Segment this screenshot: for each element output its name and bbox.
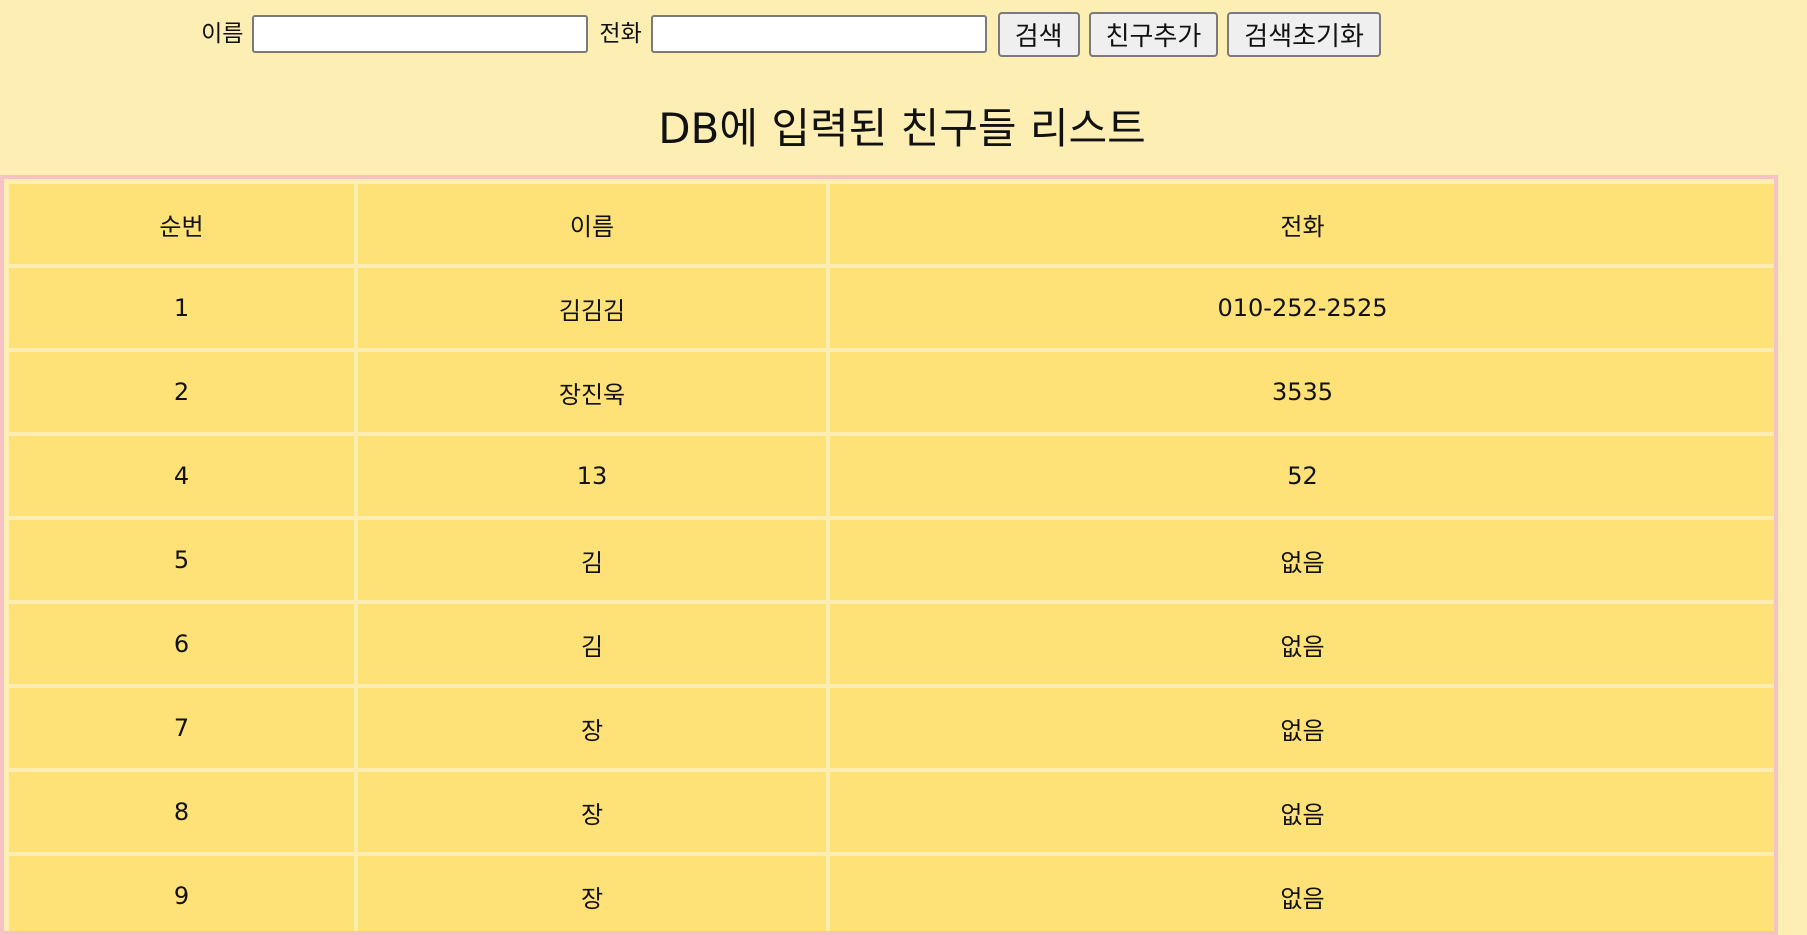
phone-label: 전화 bbox=[599, 21, 642, 47]
cell-index: 2 bbox=[9, 352, 354, 432]
search-button[interactable]: 검색 bbox=[997, 11, 1080, 57]
cell-phone: 없음 bbox=[830, 604, 1774, 684]
cell-name: 김 bbox=[358, 604, 826, 684]
search-form-fields: 이름 전화 검색 친구추가 검색초기화 bbox=[201, 11, 1381, 57]
name-label: 이름 bbox=[201, 21, 244, 47]
name-input[interactable] bbox=[252, 15, 589, 53]
table-row: 4 13 52 bbox=[9, 436, 1774, 516]
cell-index: 8 bbox=[9, 772, 354, 852]
page-title: DB에 입력된 친구들 리스트 bbox=[0, 98, 1807, 160]
table-row: 7 장 없음 bbox=[9, 688, 1774, 768]
table-row: 5 김 없음 bbox=[9, 520, 1774, 600]
cell-phone: 없음 bbox=[830, 856, 1774, 931]
add-friend-button[interactable]: 친구추가 bbox=[1088, 11, 1219, 57]
table-row: 2 장진욱 3535 bbox=[9, 352, 1774, 432]
cell-phone: 없음 bbox=[830, 688, 1774, 768]
table-row: 9 장 없음 bbox=[9, 856, 1774, 931]
cell-name: 장진욱 bbox=[358, 352, 826, 432]
cell-index: 4 bbox=[9, 436, 354, 516]
search-form: 이름 전화 검색 친구추가 검색초기화 bbox=[0, 11, 1807, 57]
page-title-text: DB에 입력된 친구들 리스트 bbox=[658, 104, 1146, 153]
table-header-row: 순번 이름 전화 bbox=[9, 184, 1774, 264]
cell-phone: 010-252-2525 bbox=[830, 268, 1774, 348]
cell-index: 5 bbox=[9, 520, 354, 600]
cell-index: 7 bbox=[9, 688, 354, 768]
header-name: 이름 bbox=[358, 184, 826, 264]
friends-table-container: 순번 이름 전화 1 김김김 010-252-2525 2 장진욱 3535 4… bbox=[0, 175, 1778, 935]
cell-phone: 3535 bbox=[830, 352, 1774, 432]
cell-name: 장 bbox=[358, 688, 826, 768]
cell-name: 13 bbox=[358, 436, 826, 516]
cell-index: 1 bbox=[9, 268, 354, 348]
reset-search-button[interactable]: 검색초기화 bbox=[1227, 11, 1381, 57]
cell-index: 6 bbox=[9, 604, 354, 684]
table-row: 8 장 없음 bbox=[9, 772, 1774, 852]
header-index: 순번 bbox=[9, 184, 354, 264]
cell-phone: 없음 bbox=[830, 520, 1774, 600]
cell-phone: 52 bbox=[830, 436, 1774, 516]
cell-name: 장 bbox=[358, 856, 826, 931]
cell-name: 김김김 bbox=[358, 268, 826, 348]
phone-input[interactable] bbox=[650, 15, 987, 53]
cell-name: 김 bbox=[358, 520, 826, 600]
cell-name: 장 bbox=[358, 772, 826, 852]
table-row: 6 김 없음 bbox=[9, 604, 1774, 684]
header-phone: 전화 bbox=[830, 184, 1774, 264]
cell-phone: 없음 bbox=[830, 772, 1774, 852]
cell-index: 9 bbox=[9, 856, 354, 931]
friends-table: 순번 이름 전화 1 김김김 010-252-2525 2 장진욱 3535 4… bbox=[5, 180, 1774, 931]
table-row: 1 김김김 010-252-2525 bbox=[9, 268, 1774, 348]
